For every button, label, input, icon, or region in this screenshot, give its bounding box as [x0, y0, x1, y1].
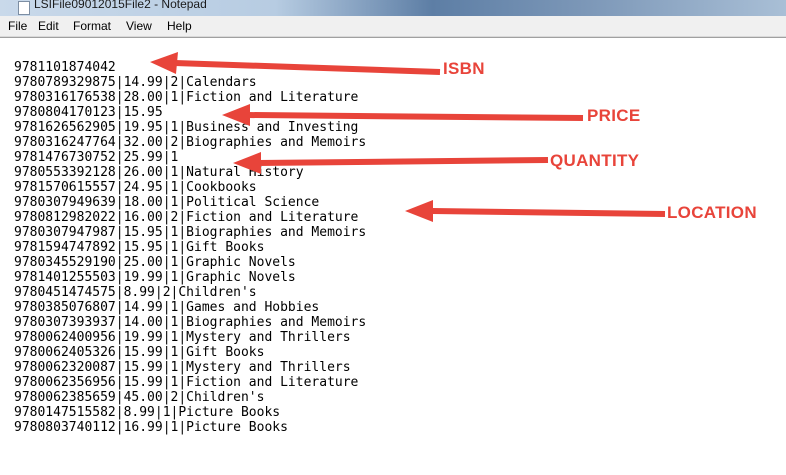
isbn-arrow-line [174, 60, 441, 75]
quantity-annotation: QUANTITY [550, 151, 640, 170]
annotation-arrows [150, 52, 666, 222]
isbn-arrow-head [150, 52, 178, 74]
location-arrow-line [431, 208, 666, 217]
isbn-annotation: ISBN [443, 59, 485, 78]
price-arrow-line [247, 112, 584, 121]
quantity-arrow-head [233, 152, 261, 174]
quantity-arrow-line [257, 157, 549, 166]
price-arrow-head [222, 104, 250, 126]
price-annotation: PRICE [587, 106, 641, 125]
location-annotation: LOCATION [667, 203, 757, 222]
location-arrow-head [405, 200, 433, 222]
